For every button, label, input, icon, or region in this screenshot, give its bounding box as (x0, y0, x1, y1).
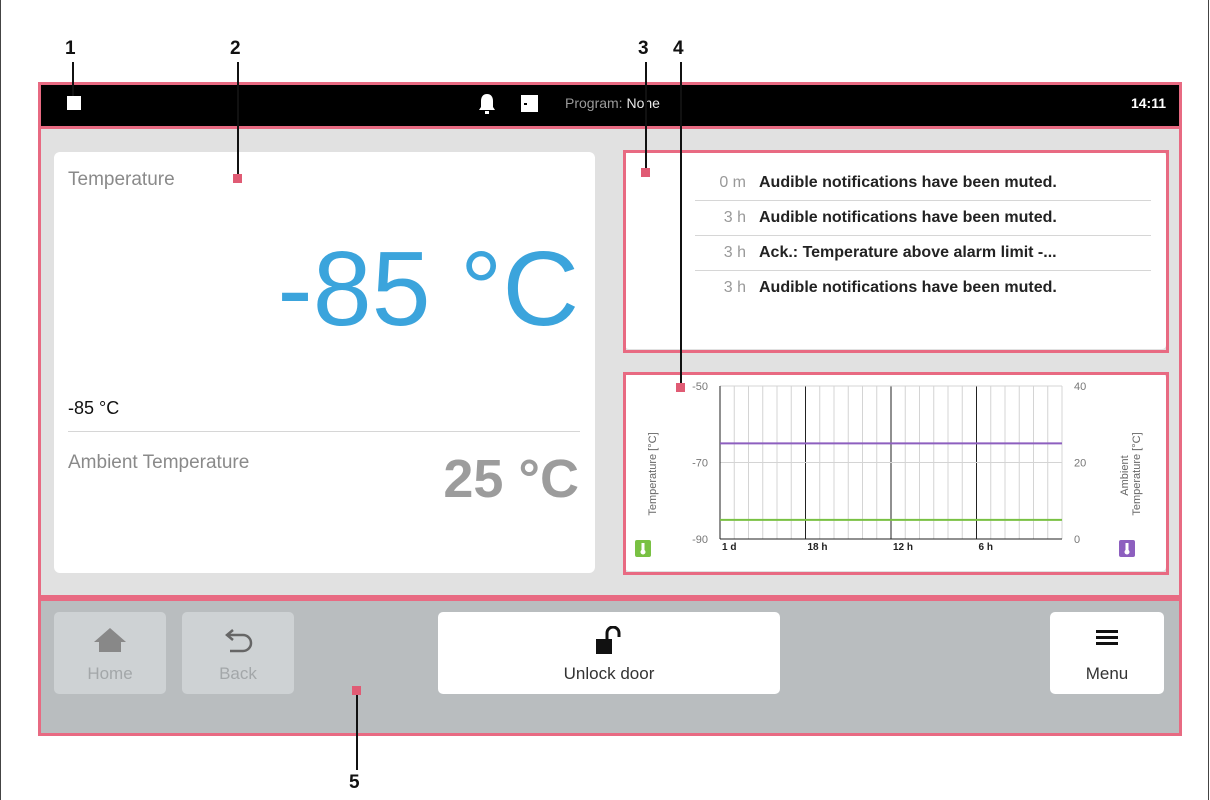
chart-highlight (623, 372, 1169, 575)
callout-line-4 (680, 62, 682, 387)
notifications-highlight (623, 150, 1169, 353)
callout-2: 2 (230, 38, 241, 59)
callout-line-1 (72, 62, 74, 96)
callout-marker-4 (676, 383, 685, 392)
callout-line-2 (237, 62, 239, 178)
callout-marker-2 (233, 174, 242, 183)
figure-frame-right (1208, 0, 1209, 800)
callout-marker-5 (352, 686, 361, 695)
callout-4: 4 (673, 38, 684, 59)
callout-1: 1 (65, 38, 76, 59)
callout-line-3 (645, 62, 647, 172)
callout-marker-3 (641, 168, 650, 177)
figure-frame-left (0, 0, 1, 800)
callout-3: 3 (638, 38, 649, 59)
navigation-bar-highlight (38, 598, 1182, 736)
callout-line-5 (356, 690, 358, 770)
callout-5: 5 (349, 772, 360, 793)
